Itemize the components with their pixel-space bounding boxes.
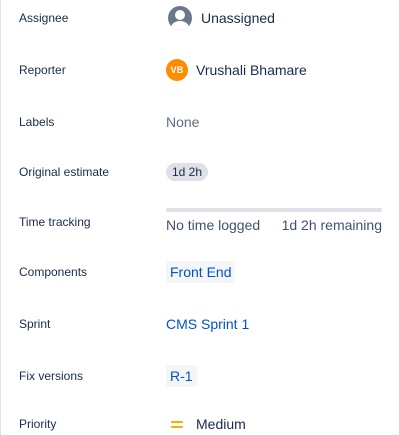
field-label-priority: Priority [19, 417, 57, 431]
field-label-components: Components [19, 265, 88, 279]
field-label-labels: Labels [19, 115, 55, 129]
fix-versions-value[interactable]: R-1 [166, 361, 197, 391]
time-tracking-widget[interactable]: No time logged 1d 2h remaining [166, 207, 382, 237]
unassigned-avatar-icon [168, 6, 192, 30]
priority-value[interactable]: Medium [166, 409, 246, 435]
field-row-original-estimate: Original estimate 1d 2h [0, 157, 399, 187]
priority-medium-icon [170, 417, 184, 431]
reporter-avatar: VB [166, 59, 188, 81]
time-remaining-text: 1d 2h remaining [281, 217, 382, 233]
reporter-value[interactable]: VB Vrushali Bhamare [166, 55, 307, 85]
sprint-value[interactable]: CMS Sprint 1 [166, 309, 249, 339]
reporter-name: Vrushali Bhamare [196, 62, 307, 78]
assignee-name: Unassigned [201, 10, 275, 26]
components-value[interactable]: Front End [166, 257, 236, 287]
field-label-original-estimate: Original estimate [19, 165, 110, 179]
field-label-assignee: Assignee [19, 11, 69, 25]
original-estimate-value[interactable]: 1d 2h [166, 157, 209, 187]
time-tracking-bar [166, 208, 382, 212]
original-estimate-lozenge: 1d 2h [166, 163, 209, 181]
fix-version-link[interactable]: R-1 [166, 365, 197, 387]
time-logged-text: No time logged [166, 217, 261, 233]
field-row-reporter: Reporter VB Vrushali Bhamare [0, 55, 399, 85]
field-row-priority: Priority Medium [0, 409, 399, 435]
sprint-link[interactable]: CMS Sprint 1 [166, 316, 249, 332]
field-row-assignee: Assignee Unassigned [0, 3, 399, 33]
labels-none-text: None [166, 114, 200, 130]
field-label-time-tracking: Time tracking [19, 215, 91, 229]
field-label-fix-versions: Fix versions [19, 369, 84, 383]
field-row-sprint: Sprint CMS Sprint 1 [0, 309, 399, 339]
field-row-components: Components Front End [0, 257, 399, 287]
assignee-value[interactable]: Unassigned [166, 3, 275, 33]
labels-value[interactable]: None [166, 107, 199, 137]
field-row-fix-versions: Fix versions R-1 [0, 361, 399, 391]
field-row-time-tracking: Time tracking No time logged 1d 2h remai… [0, 207, 399, 237]
field-label-reporter: Reporter [19, 63, 66, 77]
field-row-labels: Labels None [0, 107, 399, 137]
field-label-sprint: Sprint [19, 317, 51, 331]
priority-name: Medium [196, 416, 246, 432]
component-front-end-link[interactable]: Front End [166, 261, 236, 283]
